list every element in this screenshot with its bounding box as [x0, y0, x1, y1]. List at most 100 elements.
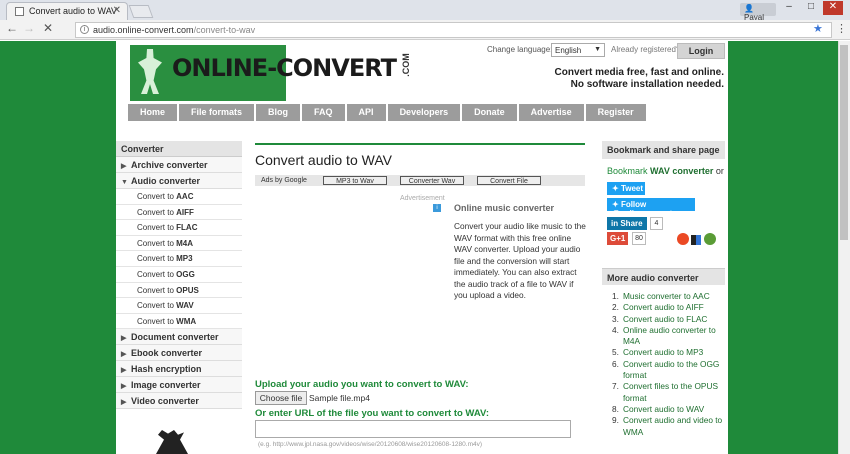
- sidebar-item-document-converter[interactable]: ▶ Document converter: [116, 329, 242, 346]
- stumbleupon-icon[interactable]: [677, 233, 689, 245]
- list-item[interactable]: 6. Convert audio to the OGG format: [612, 359, 724, 382]
- sidebar-subitem-aac[interactable]: Convert to AAC: [116, 189, 242, 205]
- nav-donate[interactable]: Donate: [462, 104, 517, 121]
- browser-tab[interactable]: Convert audio to WAV ✕: [6, 2, 128, 20]
- ad-info-icon[interactable]: i: [433, 204, 441, 212]
- minimize-button[interactable]: –: [779, 1, 799, 15]
- site-info-icon[interactable]: i: [80, 25, 89, 34]
- subitem-format: AAC: [176, 192, 194, 201]
- sidebar-item-ebook-converter[interactable]: ▶ Ebook converter: [116, 345, 242, 362]
- sidebar-item-label: Document converter: [131, 332, 219, 343]
- left-green-border: [0, 41, 116, 454]
- ad-button-converter-wav[interactable]: Converter Wav: [400, 176, 464, 185]
- google-plus-count: 80: [632, 232, 646, 245]
- ad-button-mp3-to-wav[interactable]: MP3 to Wav: [323, 176, 387, 185]
- back-arrow-icon[interactable]: ←: [4, 21, 20, 38]
- sidebar-item-audio-converter[interactable]: ▼ Audio converter: [116, 173, 242, 189]
- linkedin-share-button[interactable]: in Share: [607, 217, 647, 230]
- item-number: 4.: [612, 324, 619, 335]
- selected-file-name: Sample file.mp4: [309, 393, 370, 403]
- more-link[interactable]: Convert audio to FLAC: [623, 314, 707, 325]
- sidebar-subitem-wma[interactable]: Convert to WMA: [116, 314, 242, 330]
- subitem-format: WMA: [176, 316, 197, 326]
- tweet-label: Tweet: [620, 184, 644, 193]
- already-registered-label: Already registered?: [611, 45, 681, 54]
- more-link[interactable]: Convert audio to AIFF: [623, 302, 704, 313]
- list-item[interactable]: 8. Convert audio to WAV: [612, 404, 724, 415]
- ad-button-convert-file[interactable]: Convert File: [477, 176, 541, 185]
- list-item[interactable]: 9. Convert audio and video to WMA: [612, 415, 724, 438]
- list-item[interactable]: 4. Online audio converter to M4A: [612, 325, 724, 348]
- more-link[interactable]: Convert audio and video to WMA: [623, 415, 724, 438]
- subitem-format: FLAC: [176, 223, 198, 233]
- url-input[interactable]: [255, 420, 571, 438]
- bookmark-suffix: or: [713, 166, 724, 176]
- more-link[interactable]: Online audio converter to M4A: [623, 325, 724, 348]
- nav-faq[interactable]: FAQ: [302, 104, 345, 121]
- bookmark-star-icon[interactable]: ★: [813, 22, 823, 35]
- browser-menu-icon[interactable]: ⋮: [836, 22, 847, 35]
- ads-by-google-label[interactable]: Ads by Google: [257, 176, 311, 185]
- item-number: 6.: [612, 358, 619, 369]
- more-link[interactable]: Convert audio to MP3: [623, 347, 703, 358]
- expand-arrow-icon: ▶: [121, 351, 127, 359]
- sidebar-subitem-m4a[interactable]: Convert to M4A: [116, 236, 242, 252]
- share-label: Share: [620, 219, 643, 228]
- nav-developers[interactable]: Developers: [387, 104, 461, 121]
- more-link[interactable]: Convert files to the OPUS format: [623, 381, 724, 404]
- nav-api[interactable]: API: [346, 104, 386, 121]
- expand-arrow-icon: ▶: [121, 383, 127, 391]
- google-plus-button[interactable]: G+1: [607, 232, 628, 245]
- sidebar-item-image-converter[interactable]: ▶ Image converter: [116, 377, 242, 394]
- sidebar-subitem-ogg[interactable]: Convert to OGG: [116, 267, 242, 283]
- follow-button[interactable]: ✦ Follow @onlineconvert: [607, 198, 695, 218]
- delicious-icon[interactable]: [691, 235, 701, 245]
- list-item[interactable]: 7. Convert files to the OPUS format: [612, 381, 724, 404]
- profile-button[interactable]: 👤 Payal: [740, 3, 776, 22]
- choose-file-button[interactable]: Choose file: [255, 391, 307, 405]
- nav-blog[interactable]: Blog: [256, 104, 301, 121]
- tagline-line-2: No software installation needed.: [570, 79, 724, 90]
- more-link[interactable]: Convert audio to WAV: [623, 404, 704, 415]
- maximize-button[interactable]: □: [801, 1, 821, 15]
- list-item[interactable]: 2. Convert audio to AIFF: [612, 302, 724, 313]
- language-select[interactable]: English ▼: [551, 43, 605, 57]
- item-number: 5.: [612, 347, 619, 358]
- more-link[interactable]: Convert audio to the OGG format: [623, 359, 724, 382]
- tweet-button[interactable]: ✦ Tweet: [607, 182, 645, 195]
- sidebar-subitem-opus[interactable]: Convert to OPUS: [116, 283, 242, 299]
- address-bar[interactable]: i audio.online-convert.com/convert-to-wa…: [75, 22, 832, 38]
- sidebar-item-label: Audio converter: [131, 176, 201, 186]
- logo-text[interactable]: ONLINE-CONVERT: [172, 54, 397, 82]
- more-link[interactable]: Music converter to AAC: [623, 291, 710, 302]
- scrollbar-thumb[interactable]: [840, 45, 848, 240]
- list-item[interactable]: 5. Convert audio to MP3: [612, 347, 724, 358]
- sidebar-subitem-wav[interactable]: Convert to WAV: [116, 298, 242, 314]
- subitem-format: AIFF: [176, 207, 194, 217]
- nav-register[interactable]: Register: [585, 104, 646, 121]
- item-number: 1.: [612, 291, 619, 301]
- sidebar-item-hash-encryption[interactable]: ▶ Hash encryption: [116, 361, 242, 378]
- new-tab-button[interactable]: [128, 5, 154, 18]
- close-window-button[interactable]: ✕: [823, 1, 843, 15]
- close-tab-icon[interactable]: ✕: [113, 5, 121, 16]
- sidebar-subitem-mp3[interactable]: Convert to MP3: [116, 251, 242, 267]
- bookmark-link[interactable]: WAV converter: [650, 166, 713, 176]
- nav-file-formats[interactable]: File formats: [179, 104, 255, 121]
- forward-arrow-icon[interactable]: →: [21, 21, 37, 38]
- list-item[interactable]: 1. Music converter to AAC: [612, 291, 724, 302]
- list-item[interactable]: 3. Convert audio to FLAC: [612, 314, 724, 325]
- nav-home[interactable]: Home: [128, 104, 178, 121]
- sidebar-subitem-aiff[interactable]: Convert to AIFF: [116, 205, 242, 221]
- page-title: Convert audio to WAV: [255, 143, 585, 173]
- collapse-arrow-icon: ▼: [121, 179, 128, 186]
- sidebar-item-video-converter[interactable]: ▶ Video converter: [116, 393, 242, 410]
- stop-loading-icon[interactable]: ✕: [40, 21, 56, 38]
- sidebar-item-archive-converter[interactable]: ▶ Archive converter: [116, 157, 242, 173]
- subitem-prefix: Convert to: [137, 238, 177, 248]
- login-button[interactable]: Login: [677, 43, 725, 59]
- sidebar-subitem-flac[interactable]: Convert to FLAC: [116, 220, 242, 236]
- share-more-icon[interactable]: [704, 233, 716, 245]
- nav-advertise[interactable]: Advertise: [518, 104, 584, 121]
- expand-arrow-icon: ▶: [121, 399, 127, 407]
